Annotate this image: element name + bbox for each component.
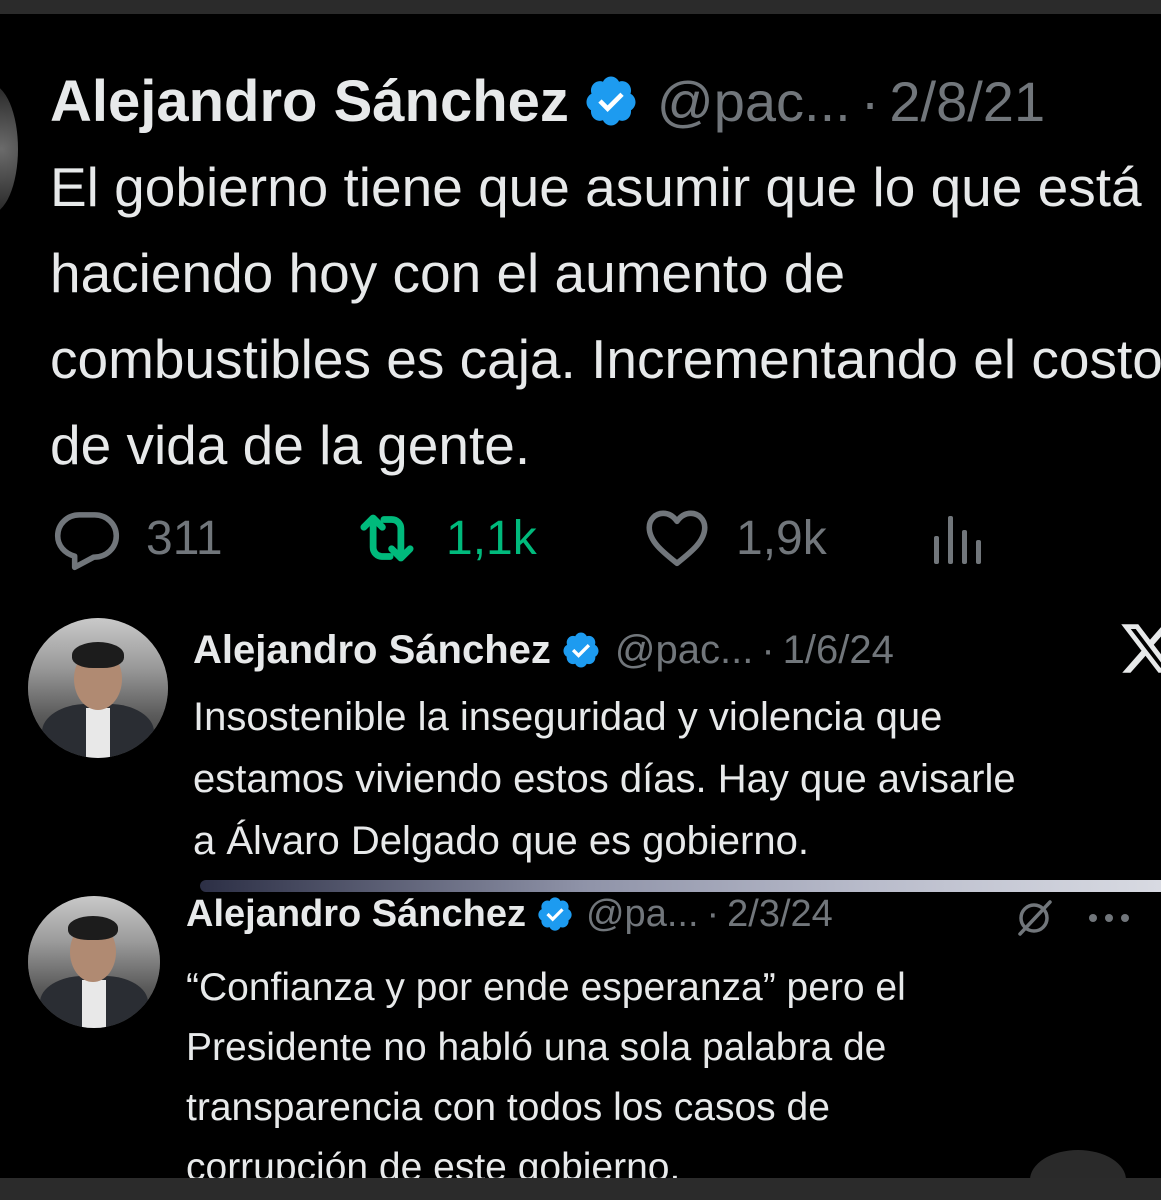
tweet-text-line: Presidente no habló una sola palabra de (186, 1026, 887, 1069)
tweet-header: Alejandro Sánchez @pac... · 1/6/24 (193, 620, 894, 680)
tweet-actions: 311 1,1k 1,9k (50, 508, 990, 571)
author-name[interactable]: Alejandro Sánchez (186, 893, 526, 936)
reply-icon (50, 501, 124, 575)
tweet-text-line: transparencia con todos los casos de (186, 1086, 830, 1129)
tweet-header: Alejandro Sánchez @pac... · 2/8/21 (50, 66, 1045, 136)
retweet-count: 1,1k (446, 511, 537, 565)
verified-badge-icon (536, 895, 574, 933)
separator: · (761, 627, 775, 672)
author-name[interactable]: Alejandro Sánchez (50, 68, 569, 135)
tweet-text-line: a Álvaro Delgado que es gobierno. (193, 819, 809, 863)
x-logo-icon (1118, 618, 1161, 678)
screenshot-top-frame (0, 0, 1161, 14)
tweet-text-line: haciendo hoy con el aumento de (50, 242, 846, 304)
tweet-text-line: estamos viviendo estos días. Hay que avi… (193, 757, 1016, 801)
retweet-button[interactable]: 1,1k (350, 501, 640, 575)
verified-badge-icon (561, 630, 601, 670)
reply-button[interactable]: 311 (50, 501, 350, 575)
grok-icon[interactable] (1012, 896, 1056, 940)
tweet-text-line: El gobierno tiene que asumir que lo que … (50, 156, 1142, 218)
tweets-panel: Alejandro Sánchez @pac... · 2/8/21 El go… (0, 14, 1161, 1178)
screenshot-bottom-frame (0, 1178, 1161, 1200)
tweet-header: Alejandro Sánchez @pa... · 2/3/24 (186, 884, 833, 944)
tweet-text: Insostenible la inseguridad y violencia … (193, 686, 1161, 872)
tweet-text-line: de vida de la gente. (50, 414, 531, 476)
tweet-date[interactable]: 2/3/24 (727, 893, 833, 936)
tweet-text-line: combustibles es caja. Incrementando el c… (50, 328, 1161, 390)
tweet-text-line: “Confianza y por ende esperanza” pero el (186, 966, 906, 1009)
avatar[interactable] (0, 84, 18, 214)
tweet-text: El gobierno tiene que asumir que lo que … (50, 144, 1161, 488)
author-handle[interactable]: @pac... (615, 628, 753, 673)
avatar[interactable] (28, 896, 160, 1028)
separator: · (706, 892, 720, 935)
views-icon (930, 508, 990, 568)
reply-count: 311 (146, 511, 223, 565)
heart-icon (640, 501, 714, 575)
like-count: 1,9k (736, 511, 827, 565)
separator: · (860, 69, 880, 133)
tweet-text-line: corrupción de este gobierno. (186, 1146, 681, 1178)
author-name[interactable]: Alejandro Sánchez (193, 628, 551, 673)
avatar[interactable] (28, 618, 168, 758)
views-button[interactable] (930, 508, 990, 568)
more-icon[interactable] (1086, 910, 1132, 926)
verified-badge-icon (583, 73, 639, 129)
author-handle[interactable]: @pa... (586, 893, 699, 936)
tweet-text-line: Insostenible la inseguridad y violencia … (193, 695, 943, 739)
tweet-date[interactable]: 1/6/24 (783, 628, 894, 673)
retweet-icon (350, 501, 424, 575)
like-button[interactable]: 1,9k (640, 501, 930, 575)
tweet-date[interactable]: 2/8/21 (889, 69, 1045, 134)
author-handle[interactable]: @pac... (657, 69, 851, 134)
tweet-text: “Confianza y por ende esperanza” pero el… (186, 958, 1161, 1178)
